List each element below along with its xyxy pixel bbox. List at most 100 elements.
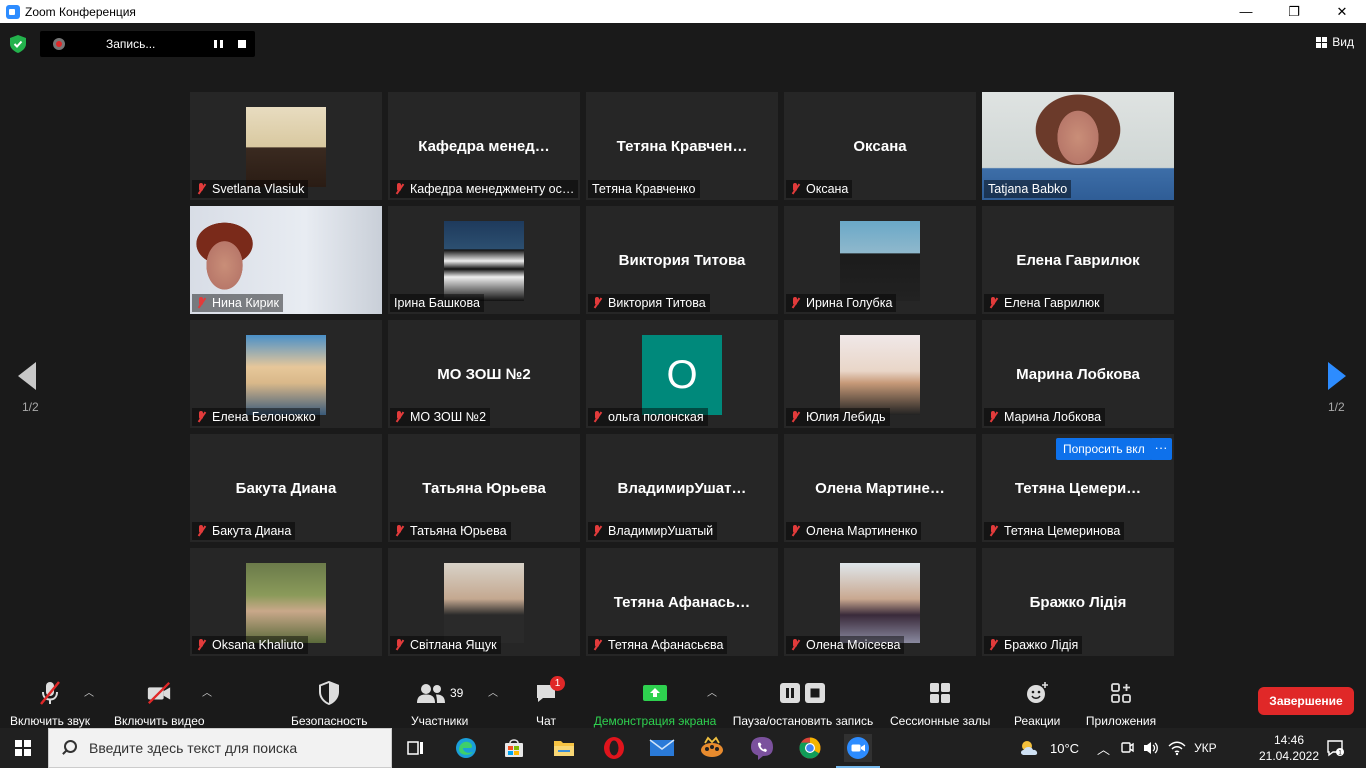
taskbar-search-input[interactable] xyxy=(89,740,389,756)
participant-tile[interactable]: Світлана Ящук xyxy=(388,548,580,656)
participant-tile[interactable]: Тетяна Кравчен… Тетяна Кравченко xyxy=(586,92,778,200)
maximize-button[interactable]: ❐ xyxy=(1270,0,1318,23)
muted-microphone-icon xyxy=(592,639,602,651)
task-view-icon[interactable] xyxy=(402,734,430,762)
audio-options-chevron-icon[interactable]: ︿ xyxy=(84,684,94,699)
microsoft-store-icon[interactable] xyxy=(500,734,528,762)
tray-chevron-up-icon[interactable]: ︿ xyxy=(1097,739,1110,758)
apps-button[interactable]: Приложения xyxy=(1085,680,1157,728)
participant-name-label: Oksana Khaliuto xyxy=(192,636,308,654)
stop-recording-icon[interactable] xyxy=(238,40,246,48)
apps-icon xyxy=(1111,683,1131,703)
notification-center-icon[interactable]: 1 xyxy=(1326,739,1344,757)
participant-name: Елена Белоножко xyxy=(212,410,316,424)
muted-microphone-icon xyxy=(790,525,800,537)
participant-tile[interactable]: Бражко Лідія Бражко Лідія xyxy=(982,548,1174,656)
minimize-button[interactable]: — xyxy=(1222,0,1270,23)
participant-name-label: Бакута Диана xyxy=(192,522,296,540)
participants-button[interactable]: 39 Участники xyxy=(411,680,468,728)
participant-tile[interactable]: Елена Гаврилюк Елена Гаврилюк xyxy=(982,206,1174,314)
participant-tile[interactable]: Юлия Лебидь xyxy=(784,320,976,428)
security-shield-icon xyxy=(319,681,340,705)
participant-display-name: Бражко Лідія xyxy=(1029,594,1127,611)
participants-count: 39 xyxy=(449,686,464,700)
muted-microphone-icon xyxy=(988,297,998,309)
muted-microphone-icon xyxy=(196,297,206,309)
participant-avatar-letter: О xyxy=(642,335,722,415)
weather-cloud-icon[interactable] xyxy=(1018,739,1042,757)
chat-button[interactable]: 1 Чат xyxy=(535,676,565,728)
participant-tile[interactable]: Тетяна Афанась… Тетяна Афанасьєва xyxy=(586,548,778,656)
security-button[interactable]: Безопасность xyxy=(291,680,368,728)
tile-more-options-button[interactable]: ··· xyxy=(1150,438,1172,460)
wifi-network-icon[interactable] xyxy=(1168,740,1186,756)
participant-tile[interactable]: Елена Белоножко xyxy=(190,320,382,428)
video-gallery: Svetlana Vlasiuk Кафедра менед… Кафедра ме… xyxy=(190,92,1176,658)
participant-tile[interactable]: Виктория Титова Виктория Титова xyxy=(586,206,778,314)
meet-now-icon[interactable] xyxy=(1120,740,1134,756)
participant-photo xyxy=(444,221,524,301)
edge-browser-icon[interactable] xyxy=(452,734,480,762)
participant-tile[interactable]: Бакута Диана Бакута Диана xyxy=(190,434,382,542)
participant-tile[interactable]: Марина Лобкова Марина Лобкова xyxy=(982,320,1174,428)
participant-tile[interactable]: Нина Кирик xyxy=(190,206,382,314)
breakout-rooms-button[interactable]: Сессионные залы xyxy=(890,680,990,728)
zoom-taskbar-icon[interactable] xyxy=(836,734,880,768)
encryption-shield-icon[interactable] xyxy=(10,35,26,53)
windows-start-icon[interactable] xyxy=(15,740,31,756)
participant-tile[interactable]: Олена Мартине… Олена Мартиненко xyxy=(784,434,976,542)
participant-tile[interactable]: Tatjana Babko xyxy=(982,92,1174,200)
unmute-button[interactable]: Включить звук xyxy=(10,680,90,728)
next-page-arrow-icon[interactable] xyxy=(1326,362,1346,390)
participant-name-label: Tatjana Babko xyxy=(984,180,1072,198)
participant-tile[interactable]: МО ЗОШ №2 МО ЗОШ №2 xyxy=(388,320,580,428)
reactions-button[interactable]: Реакции xyxy=(1014,680,1060,728)
taskbar-search[interactable] xyxy=(48,728,392,768)
video-options-chevron-icon[interactable]: ︿ xyxy=(202,684,212,699)
participant-tile[interactable]: Оксана Оксана xyxy=(784,92,976,200)
participant-display-name: Марина Лобкова xyxy=(1016,366,1140,383)
participant-tile[interactable]: Олена Моісеєва xyxy=(784,548,976,656)
participant-tile[interactable]: Оольга полонская xyxy=(586,320,778,428)
participant-name: Oksana Khaliuto xyxy=(212,638,304,652)
recording-label: Запись... xyxy=(106,37,156,51)
close-button[interactable]: ✕ xyxy=(1318,0,1366,23)
taskbar-clock[interactable]: 14:46 21.04.2022 xyxy=(1258,732,1320,764)
start-video-button[interactable]: Включить видео xyxy=(114,680,205,728)
volume-speaker-icon[interactable] xyxy=(1142,740,1160,756)
participant-tile[interactable]: Кафедра менед… Кафедра менеджменту ос… xyxy=(388,92,580,200)
share-screen-button[interactable]: Демонстрация экрана xyxy=(593,680,717,728)
participant-photo xyxy=(840,563,920,643)
paint-app-icon[interactable] xyxy=(698,734,726,762)
end-meeting-button[interactable]: Завершение xyxy=(1258,687,1354,715)
share-options-chevron-icon[interactable]: ︿ xyxy=(707,684,717,699)
participant-name-label: Тетяна Цемеринова xyxy=(984,522,1125,540)
participant-tile[interactable]: Svetlana Vlasiuk xyxy=(190,92,382,200)
file-explorer-icon[interactable] xyxy=(550,734,578,762)
mail-icon[interactable] xyxy=(648,734,676,762)
chrome-browser-icon[interactable] xyxy=(796,734,824,762)
opera-browser-icon[interactable] xyxy=(600,734,628,762)
participant-tile[interactable]: Татьяна Юрьева Татьяна Юрьева xyxy=(388,434,580,542)
muted-microphone-icon xyxy=(790,297,800,309)
participant-name-label: Оксана xyxy=(786,180,853,198)
weather-temperature[interactable]: 10°C xyxy=(1050,741,1079,756)
previous-page-arrow-icon[interactable] xyxy=(18,362,38,390)
participant-tile[interactable]: ВладимирУшат… ВладимирУшатый xyxy=(586,434,778,542)
participant-name-label: Марина Лобкова xyxy=(984,408,1106,426)
participant-name: Ірина Башкова xyxy=(394,296,480,310)
participant-name: Тетяна Цемеринова xyxy=(1004,524,1121,538)
view-button[interactable]: Вид xyxy=(1316,35,1354,49)
participant-name: Тетяна Афанасьєва xyxy=(608,638,724,652)
pause-stop-recording-button[interactable]: Пауза/остановить запись xyxy=(732,680,874,728)
participant-tile[interactable]: Oksana Khaliuto xyxy=(190,548,382,656)
pause-stop-recording-icon xyxy=(780,683,825,703)
participant-tile[interactable]: Ирина Голубка xyxy=(784,206,976,314)
ask-to-unmute-button[interactable]: Попросить вкл xyxy=(1056,438,1152,460)
participant-tile[interactable]: Ірина Башкова xyxy=(388,206,580,314)
input-language[interactable]: УКР xyxy=(1194,741,1217,755)
pause-recording-icon[interactable] xyxy=(212,38,224,50)
participants-options-chevron-icon[interactable]: ︿ xyxy=(488,684,498,699)
participant-name: Нина Кирик xyxy=(212,296,280,310)
viber-icon[interactable] xyxy=(748,734,776,762)
